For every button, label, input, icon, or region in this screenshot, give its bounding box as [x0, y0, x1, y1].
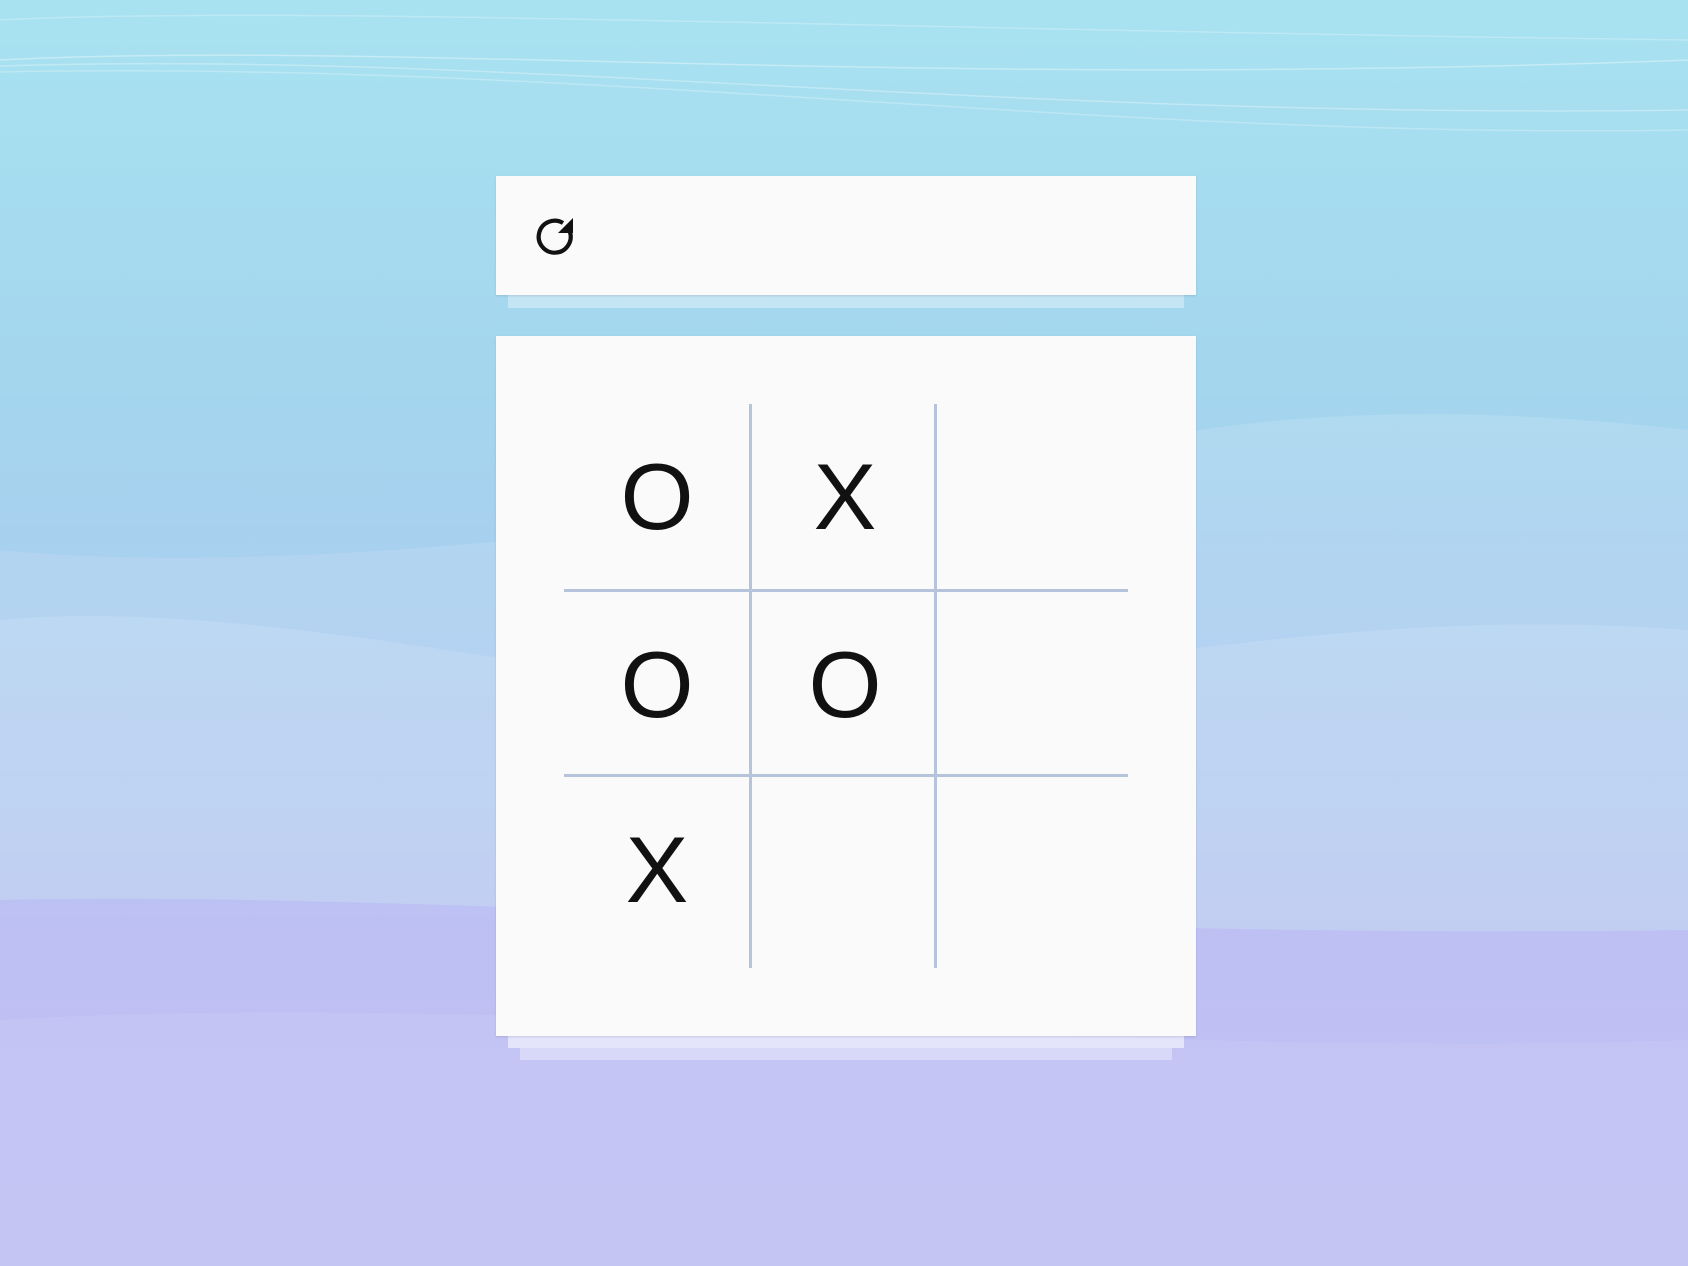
cell-mark: X — [813, 444, 877, 549]
cell-mark: O — [808, 632, 882, 737]
cell-r1-c2[interactable]: X — [752, 404, 938, 590]
reset-button[interactable] — [526, 206, 586, 266]
cell-r3-c2[interactable] — [752, 777, 938, 963]
board-card-shadow-back — [520, 1048, 1172, 1060]
cell-r3-c1[interactable]: X — [564, 777, 750, 963]
cell-r2-c1[interactable]: O — [564, 592, 750, 778]
tic-tac-toe-grid: O X O O X — [564, 404, 1128, 968]
cell-r1-c1[interactable]: O — [564, 404, 750, 590]
cell-r3-c3[interactable] — [937, 777, 1123, 963]
cell-mark: O — [620, 444, 694, 549]
game-board-card: O X O O X — [496, 336, 1196, 1036]
cell-mark: O — [620, 632, 694, 737]
cell-r2-c2[interactable]: O — [752, 592, 938, 778]
cell-r1-c3[interactable] — [937, 404, 1123, 590]
header-card-shadow — [508, 295, 1184, 308]
board-card-shadow — [508, 1036, 1184, 1048]
header-toolbar — [496, 176, 1196, 295]
cell-mark: X — [625, 817, 689, 922]
cell-r2-c3[interactable] — [937, 592, 1123, 778]
reset-icon — [536, 218, 573, 255]
